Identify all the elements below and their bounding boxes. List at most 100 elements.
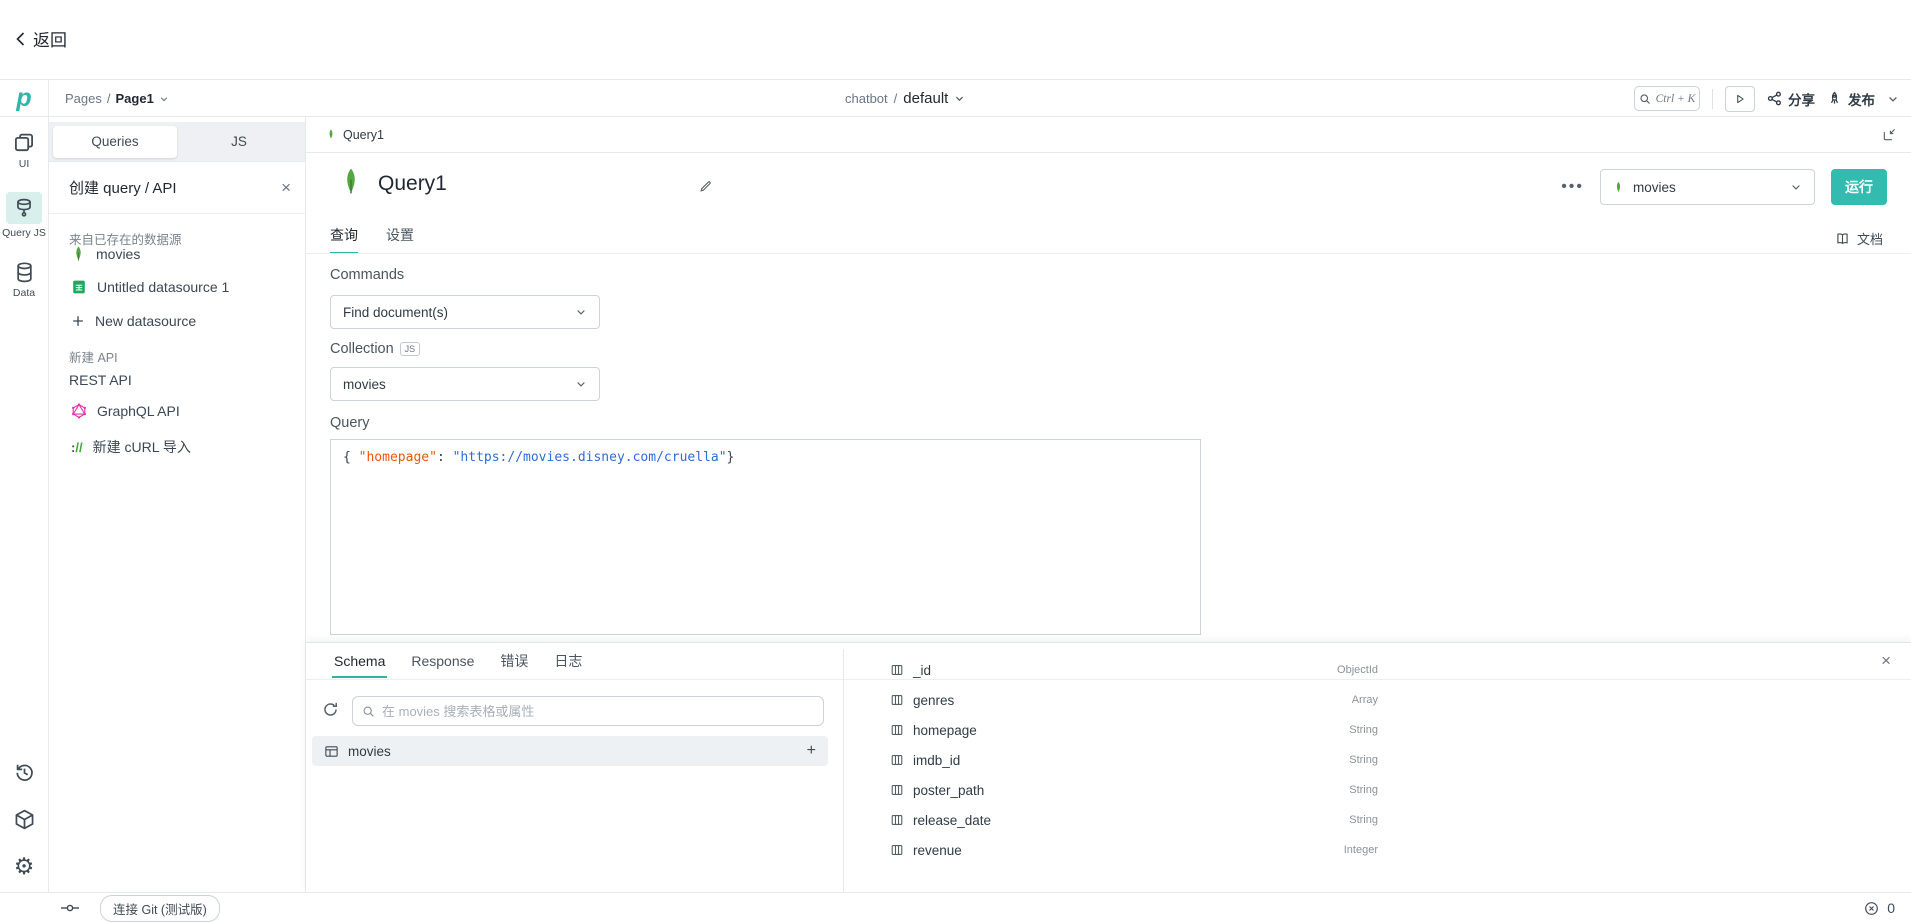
column-icon (890, 843, 904, 857)
plus-icon[interactable]: + (807, 742, 816, 760)
share-button[interactable]: 分享 (1767, 89, 1815, 109)
edit-pencil-icon[interactable] (698, 179, 713, 194)
field-name: _id (913, 663, 931, 678)
datasource-select[interactable]: movies (1600, 169, 1815, 205)
share-label: 分享 (1788, 89, 1815, 109)
refresh-icon[interactable] (322, 701, 339, 718)
back-button[interactable]: 返回 (14, 26, 67, 51)
open-query-tab-strip: Query1 (306, 117, 1911, 153)
chevron-down-icon[interactable] (1887, 93, 1899, 105)
breadcrumb-page: Page1 (116, 91, 154, 106)
rail-item-data[interactable]: Data (13, 261, 36, 299)
schema-collections-pane: movies + (306, 680, 843, 892)
breadcrumb[interactable]: Pages / Page1 (65, 80, 169, 117)
query-label: Query (330, 415, 370, 431)
field-row[interactable]: imdb_id String (843, 745, 1389, 775)
header-divider (1712, 89, 1713, 109)
field-row[interactable]: release_date String (843, 805, 1389, 835)
collection-dropdown[interactable]: movies (330, 367, 600, 401)
omnibar-search[interactable]: Ctrl + K (1634, 86, 1700, 111)
collection-row-name: movies (348, 744, 391, 759)
rocket-icon (1827, 91, 1842, 106)
chevron-down-icon (1790, 181, 1802, 193)
more-options-icon[interactable]: ••• (1561, 178, 1584, 196)
field-name: homepage (913, 723, 977, 738)
rail-label-data: Data (13, 287, 35, 299)
curl-import-label: 新建 cURL 导入 (93, 437, 191, 457)
left-rail: UI Query JS Data ⚙ (0, 117, 49, 892)
run-button[interactable]: 运行 (1831, 169, 1887, 205)
datasource-item-untitled[interactable]: Untitled datasource 1 (71, 279, 229, 295)
code-brace-close: } (727, 450, 735, 465)
plus-icon (71, 314, 85, 328)
mongodb-leaf-icon (1613, 180, 1624, 195)
tab-js[interactable]: JS (177, 126, 301, 158)
query-code-editor[interactable]: { "homepage": "https://movies.disney.com… (330, 439, 1201, 635)
schema-search-input[interactable] (382, 704, 814, 719)
column-icon (890, 813, 904, 827)
datasource-name: movies (96, 246, 140, 262)
schema-search-box[interactable] (352, 696, 824, 726)
rest-api-item[interactable]: REST API (69, 372, 132, 388)
app-name-switcher[interactable]: chatbot / default (845, 80, 965, 117)
search-shortcut: Ctrl + K (1656, 93, 1696, 105)
app-logo[interactable]: p (0, 80, 49, 117)
package-cube-icon[interactable] (13, 808, 36, 831)
docs-link[interactable]: 文档 (1835, 229, 1883, 248)
open-query-tab[interactable]: Query1 (343, 128, 384, 142)
curl-import-item[interactable]: :// 新建 cURL 导入 (71, 437, 191, 457)
error-count: 0 (1887, 900, 1895, 916)
field-name: poster_path (913, 783, 984, 798)
header: p Pages / Page1 chatbot / default Ctrl +… (0, 79, 1911, 117)
divider (306, 253, 1911, 254)
tab-logs[interactable]: 日志 (554, 651, 582, 671)
tab-settings[interactable]: 设置 (386, 225, 414, 245)
book-icon (1835, 231, 1850, 246)
search-icon (362, 705, 375, 718)
git-branch-icon[interactable] (60, 901, 80, 915)
chevron-down-icon (954, 93, 965, 104)
collection-row-movies[interactable]: movies + (312, 736, 828, 766)
branch-name: default (903, 90, 948, 107)
bottom-panel-tabs: Schema Response 错误 日志 (334, 643, 582, 679)
tab-errors[interactable]: 错误 (500, 651, 528, 671)
settings-gear-icon[interactable]: ⚙ (14, 855, 35, 878)
column-icon (890, 783, 904, 797)
collapse-icon[interactable] (1882, 127, 1897, 142)
js-badge[interactable]: JS (400, 342, 421, 356)
datasource-select-value: movies (1633, 180, 1676, 195)
tab-query[interactable]: 查询 (330, 225, 358, 245)
field-row[interactable]: genres Array (843, 685, 1389, 715)
database-network-icon (6, 192, 42, 224)
rail-label-ui: UI (19, 158, 30, 170)
chevron-down-icon (159, 94, 169, 104)
datasource-item-movies[interactable]: movies (71, 245, 140, 263)
tab-schema[interactable]: Schema (334, 653, 385, 669)
schema-response-panel: Schema Response 错误 日志 × movies + _id Ob (306, 642, 1911, 892)
new-datasource-button[interactable]: New datasource (71, 313, 196, 329)
graphql-api-item[interactable]: GraphQL API (71, 403, 180, 419)
history-icon[interactable] (13, 761, 36, 784)
close-icon[interactable]: × (281, 178, 291, 198)
field-row[interactable]: poster_path String (843, 775, 1389, 805)
preview-play-button[interactable] (1725, 86, 1755, 112)
connect-git-button[interactable]: 连接 Git (测试版) (100, 895, 220, 922)
table-icon (324, 744, 339, 759)
rail-item-query-js[interactable]: Query JS (2, 192, 46, 239)
close-icon[interactable]: × (1881, 651, 1891, 671)
tab-queries[interactable]: Queries (53, 126, 177, 158)
mongodb-leaf-icon (71, 245, 86, 263)
commands-dropdown[interactable]: Find document(s) (330, 295, 600, 329)
tab-response[interactable]: Response (411, 653, 474, 669)
field-row[interactable]: _id ObjectId (843, 655, 1389, 685)
rail-item-ui[interactable]: UI (12, 131, 36, 170)
chevron-left-icon (14, 31, 28, 47)
divider (49, 213, 305, 214)
field-row[interactable]: homepage String (843, 715, 1389, 745)
field-row[interactable]: revenue Integer (843, 835, 1389, 865)
rail-label-query-js: Query JS (2, 227, 46, 239)
publish-button[interactable]: 发布 (1827, 89, 1875, 109)
error-count-icon[interactable] (1864, 901, 1879, 916)
create-query-title: 创建 query / API (69, 177, 177, 198)
datasource-name: Untitled datasource 1 (97, 279, 229, 295)
